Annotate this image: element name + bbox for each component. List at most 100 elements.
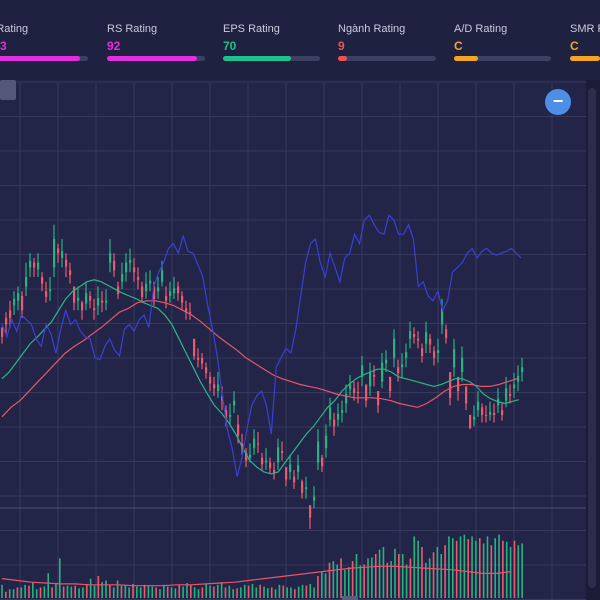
- candle-body: [329, 407, 332, 420]
- candle-body: [189, 312, 192, 314]
- candle-body: [349, 384, 352, 390]
- volume-bar: [139, 587, 142, 598]
- volume-bar: [74, 585, 77, 598]
- volume-bar: [386, 562, 389, 598]
- volume-bar: [475, 540, 477, 598]
- candle-body: [33, 262, 36, 268]
- volume-bar: [294, 589, 296, 598]
- candle-body: [137, 276, 140, 280]
- volume-bar: [309, 583, 312, 598]
- candle-body: [289, 464, 292, 472]
- volume-bar: [455, 540, 458, 598]
- zoom-out-button[interactable]: −: [545, 89, 571, 115]
- candle-body: [121, 274, 124, 282]
- volume-bar: [251, 583, 254, 598]
- volume-bar: [201, 587, 204, 598]
- volume-bar: [417, 540, 419, 598]
- volume-bar: [363, 564, 365, 598]
- volume-bar: [451, 538, 454, 598]
- volume-bar: [444, 545, 446, 598]
- candle-body: [109, 253, 112, 263]
- candle-body: [513, 384, 516, 389]
- candle-body: [517, 375, 520, 382]
- volume-bar: [401, 554, 404, 598]
- candle-body: [169, 291, 172, 296]
- candle-body: [125, 262, 128, 273]
- volume-bar: [213, 586, 215, 598]
- volume-bar: [116, 580, 119, 598]
- candle-body: [369, 372, 372, 387]
- candle-body: [249, 454, 252, 458]
- candle-body: [213, 384, 216, 389]
- candle-body: [237, 424, 240, 436]
- volume-bar: [147, 585, 150, 598]
- volume-bar: [347, 567, 350, 598]
- volume-bar: [440, 554, 443, 598]
- candle-body: [485, 414, 488, 416]
- volume-bar: [120, 585, 123, 598]
- candle-body: [509, 393, 512, 396]
- time-scroll-handle[interactable]: [342, 596, 358, 600]
- volume-bar: [490, 545, 493, 598]
- volume-bar: [328, 562, 331, 598]
- candle-body: [293, 476, 296, 483]
- volume-bar: [166, 586, 169, 598]
- volume-bar: [51, 587, 53, 598]
- volume-bar: [220, 582, 223, 598]
- candle-body: [133, 267, 136, 273]
- candle-body: [149, 280, 152, 284]
- candle-body: [357, 392, 360, 394]
- volume-bar: [513, 540, 516, 598]
- candle-body: [381, 362, 384, 382]
- volume-bar: [247, 585, 250, 598]
- volume-bar: [274, 589, 277, 598]
- volume-bar: [398, 554, 400, 598]
- moving-average-slow-line: [1, 300, 518, 418]
- volume-bar: [32, 582, 34, 598]
- candle-body: [181, 296, 184, 303]
- candle-body: [25, 276, 28, 287]
- volume-bar: [20, 587, 23, 598]
- volume-bar: [517, 545, 520, 598]
- volume-bar: [286, 587, 288, 598]
- volume-bar: [409, 558, 412, 598]
- volume-bar: [340, 558, 342, 598]
- volume-bar: [55, 583, 57, 598]
- chart-corner-button[interactable]: [0, 80, 16, 100]
- candle-body: [269, 462, 272, 469]
- volume-bar: [297, 586, 300, 598]
- volume-bar: [290, 587, 292, 598]
- volume-bar: [240, 587, 242, 598]
- volume-bar: [267, 588, 269, 598]
- volume-bar: [159, 589, 161, 598]
- candle-body: [37, 262, 40, 270]
- volume-bar: [371, 557, 373, 598]
- vertical-scrollbar[interactable]: [588, 88, 596, 588]
- candle-body: [277, 447, 280, 463]
- volume-bar: [8, 589, 11, 598]
- volume-bar: [486, 536, 489, 598]
- volume-bar: [332, 561, 335, 598]
- volume-bar: [394, 548, 396, 598]
- candle-body: [489, 412, 492, 415]
- candle-body: [65, 259, 68, 267]
- chart-svg: [0, 81, 586, 600]
- volume-bar: [344, 569, 346, 598]
- volume-bar: [471, 536, 473, 598]
- candle-body: [465, 386, 468, 404]
- candle-body: [113, 260, 116, 271]
- volume-bar: [70, 586, 73, 598]
- volume-bar: [182, 586, 184, 598]
- volume-bar: [509, 546, 512, 598]
- candle-body: [421, 348, 424, 356]
- volume-bar: [259, 584, 261, 598]
- candle-body: [229, 414, 232, 417]
- candle-body: [409, 331, 412, 339]
- volume-bar: [209, 585, 211, 598]
- volume-bar: [163, 584, 165, 598]
- candle-body: [105, 300, 108, 303]
- candle-body: [49, 289, 52, 292]
- volume-bar: [374, 554, 377, 598]
- candle-body: [433, 351, 436, 358]
- candle-body: [417, 338, 420, 341]
